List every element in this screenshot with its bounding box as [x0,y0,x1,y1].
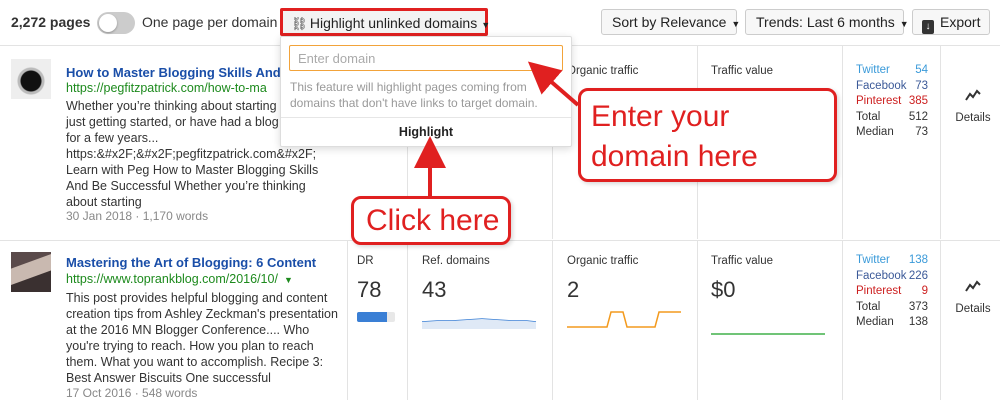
export-icon: ↓ [922,20,934,34]
social-median: Median 138 [856,316,928,328]
snippet-line: https:&#x2F;&#x2F;pegfitzpatrick.com&#x2… [66,147,317,161]
broken-link-icon: ⛓ [291,16,308,31]
social-twitter: Twitter 138 [856,254,928,266]
snippet-line: them. What you want to accomplish. Recip… [66,355,324,369]
column-divider [842,46,843,239]
snippet-line: at the 2016 MN Blogger Conference.... Wh… [66,323,310,337]
details-label: Details [955,112,991,124]
details-label: Details [955,303,991,315]
callout-enter-domain: Enter your domain here [578,88,837,182]
social-total: Total 373 [856,300,928,313]
trends-dropdown[interactable]: Trends: Last 6 months ▼ [745,9,909,35]
ref-domains-value: 43 [422,277,447,302]
popup-description: This feature will highlight pages coming… [290,80,538,110]
pages-count: 2,272 pages [11,14,91,30]
column-divider [347,241,348,400]
dr-bar-fill [357,312,387,322]
trend-chart-icon [953,279,993,295]
social-total: Total 512 [856,110,928,123]
trend-chart-icon [953,88,993,104]
toggle-label: One page per domain [142,14,278,30]
column-divider [407,241,408,400]
snippet-line: about starting [66,195,142,209]
highlight-submit-button[interactable]: Highlight [281,118,571,147]
social-facebook: Facebook 73 [856,79,928,92]
highlight-unlinked-domains-button[interactable]: ⛓ Highlight unlinked domains ▼ [280,8,491,36]
domain-input[interactable] [289,45,563,71]
column-divider [940,241,941,400]
highlight-button-label: Highlight unlinked domains [309,15,478,31]
ref-domains-label: Ref. domains [422,255,490,267]
result-meta: 30 Jan 2018 · 1,170 words [66,209,209,223]
social-median: Median 73 [856,126,928,138]
result-url: https://www.toprankblog.com/2016/10/ ▼ [66,272,293,286]
snippet-line: you're trying to reach. How you plan to … [66,339,314,353]
traffic-value-label: Traffic value [711,255,773,267]
result-url-link[interactable]: https://www.toprankblog.com/2016/10/ [66,272,278,286]
sort-dropdown[interactable]: Sort by Relevance ▼ [601,9,741,35]
one-page-per-domain-toggle[interactable] [97,12,135,34]
export-button[interactable]: ↓ Export [912,9,990,35]
organic-traffic-sparkline [567,311,681,328]
callout-click-here: Click here [351,196,511,245]
dr-value: 78 [357,277,382,302]
caret-down-icon[interactable]: ▼ [284,275,293,285]
organic-traffic-value: 2 [567,277,580,302]
sort-label: Sort by Relevance [612,14,727,30]
result-meta: 17 Oct 2016 · 548 words [66,386,198,400]
social-pinterest: Pinterest 385 [856,95,928,107]
column-divider [940,46,941,239]
organic-traffic-label: Organic traffic [567,65,639,77]
result-title-link[interactable]: Mastering the Art of Blogging: 6 Content [66,255,316,270]
social-twitter: Twitter 54 [856,64,928,76]
caret-down-icon: ▼ [481,20,491,30]
column-divider [842,241,843,400]
details-button[interactable]: Details [953,279,993,315]
column-divider [552,241,553,400]
snippet-line: And Be Successful Whether you’re thinkin… [66,179,306,193]
result-thumbnail [11,252,51,292]
result-title-link[interactable]: How to Master Blogging Skills And [66,65,281,80]
traffic-value-sparkline [711,333,825,335]
dr-label: DR [357,255,374,267]
result-row: Mastering the Art of Blogging: 6 Content… [0,241,1000,400]
trends-label: Trends: Last 6 months [756,14,895,30]
result-snippet: This post provides helpful blogging and … [66,290,338,386]
social-pinterest: Pinterest 9 [856,285,928,297]
traffic-value-value: $0 [711,277,736,302]
caret-down-icon: ▼ [899,19,909,29]
organic-traffic-label: Organic traffic [567,255,639,267]
snippet-line: Best Answer Biscuits One successful [66,371,271,385]
result-thumbnail [11,59,51,99]
social-shares: Twitter 54 Facebook 73 Pinterest 385 Total 5… [856,63,928,141]
snippet-line: Learn with Peg How to Master Blogging Sk… [66,163,319,177]
result-url-link[interactable]: https://pegfitzpatrick.com/how-to-ma [66,81,267,95]
snippet-line: creation tips from Ashley Zeckman's pres… [66,307,338,321]
column-divider [697,241,698,400]
social-shares: Twitter 138 Facebook 226 Pinterest 9 Total 3… [856,253,928,331]
details-button[interactable]: Details [953,88,993,124]
snippet-line: This post provides helpful blogging and … [66,291,328,305]
caret-down-icon: ▼ [731,19,741,29]
export-label: Export [940,14,981,30]
dr-bar [357,312,395,322]
traffic-value-label: Traffic value [711,65,773,77]
ref-domains-sparkline [422,318,537,329]
highlight-popup: This feature will highlight pages coming… [280,36,572,147]
social-facebook: Facebook 226 [856,269,928,282]
